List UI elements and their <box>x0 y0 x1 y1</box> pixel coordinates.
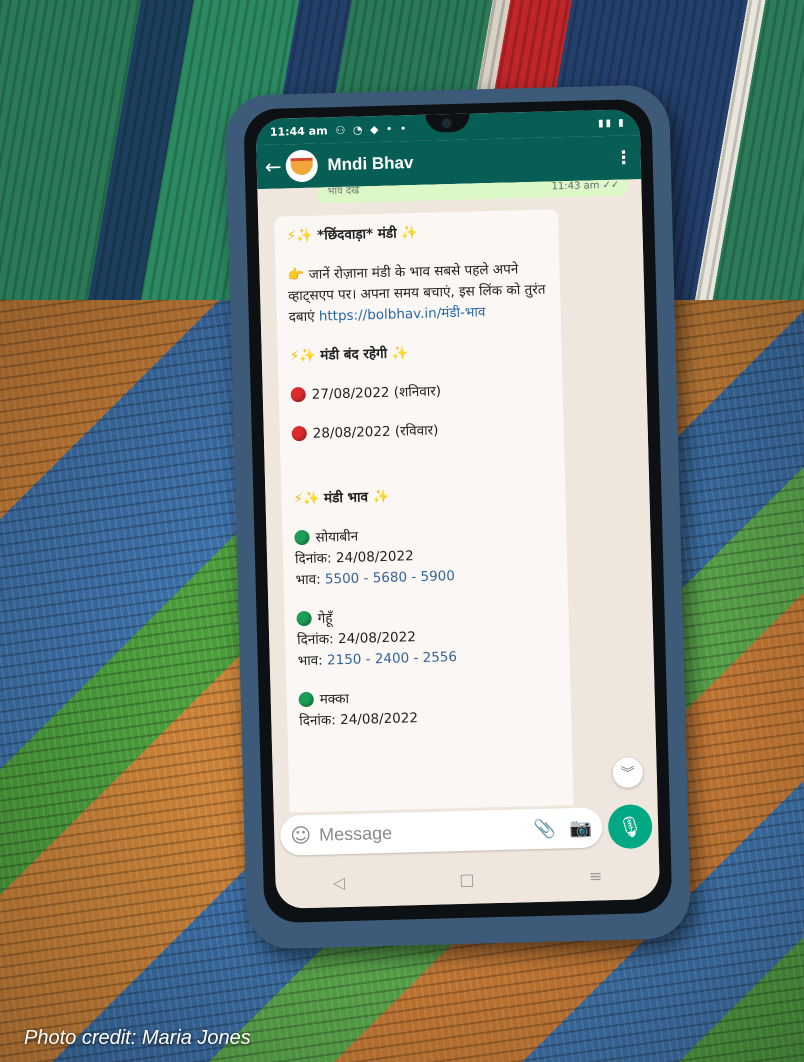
nav-home-icon[interactable]: □ <box>459 869 475 888</box>
status-time: 11:44 am <box>269 123 328 139</box>
avatar[interactable] <box>285 149 318 183</box>
chat-title[interactable]: Mndi Bhav <box>327 153 413 175</box>
nav-recents-icon[interactable]: ≡ <box>589 866 603 885</box>
red-circle-icon <box>290 386 306 403</box>
android-nav-bar: ◁ □ ≡ <box>274 848 661 909</box>
red-circle-icon <box>291 425 307 442</box>
photo-credit: Photo credit: Maria Jones <box>24 1027 251 1049</box>
emoji-icon[interactable]: ☺ <box>290 823 311 848</box>
more-vert-icon[interactable]: ⋮ <box>614 147 633 168</box>
mic-icon[interactable]: 🎙 <box>607 804 653 850</box>
signal-battery-icons: ▮▮ ▮ <box>597 116 626 129</box>
lightning-icon: ⚡✨ <box>286 227 314 245</box>
back-arrow-icon[interactable]: ← <box>264 155 281 179</box>
phone-bezel: 11:44 am ⚇ ◔ ◆ • • ▮▮ ▮ ← Mndi Bhav ⋮ भा… <box>243 98 673 924</box>
message-field[interactable]: ☺ Message 📎 📷 <box>279 807 603 856</box>
lightning-icon: ⚡✨ <box>289 347 317 365</box>
notification-icons: ⚇ ◔ ◆ • • <box>335 121 409 137</box>
chat-area[interactable]: भाव देखें 11:43 am ✓✓ ⚡✨ *छिंदवाड़ा* मंड… <box>257 179 658 813</box>
sparkles-icon: ✨ <box>400 224 418 242</box>
lightning-icon: ⚡✨ <box>293 490 320 508</box>
promo-link[interactable]: https://bolbhav.in/मंडी-भाव <box>319 304 486 324</box>
green-circle-icon <box>298 691 314 708</box>
paperclip-icon[interactable]: 📎 <box>533 818 556 840</box>
green-circle-icon <box>294 529 310 546</box>
smartphone: 11:44 am ⚇ ◔ ◆ • • ▮▮ ▮ ← Mndi Bhav ⋮ भा… <box>224 84 692 950</box>
sparkles-icon: ✨ <box>391 345 409 362</box>
phone-screen: 11:44 am ⚇ ◔ ◆ • • ▮▮ ▮ ← Mndi Bhav ⋮ भा… <box>255 109 661 909</box>
sparkles-icon: ✨ <box>372 488 390 506</box>
promo-text: 👉 जानें रोज़ाना मंडी के भाव सबसे पहले अप… <box>287 261 546 326</box>
chevron-double-down-icon[interactable]: ︾ <box>612 757 644 789</box>
message-input[interactable]: Message <box>319 819 520 845</box>
green-circle-icon <box>296 610 312 627</box>
message-bubble[interactable]: ⚡✨ *छिंदवाड़ा* मंडी ✨ 👉 जानें रोज़ाना मं… <box>274 209 574 813</box>
previous-message-time: 11:43 am ✓✓ <box>551 179 620 193</box>
pointing-hand-icon: 👉 <box>287 266 305 284</box>
nav-back-icon[interactable]: ◁ <box>332 873 345 892</box>
camera-icon[interactable]: 📷 <box>569 817 592 839</box>
